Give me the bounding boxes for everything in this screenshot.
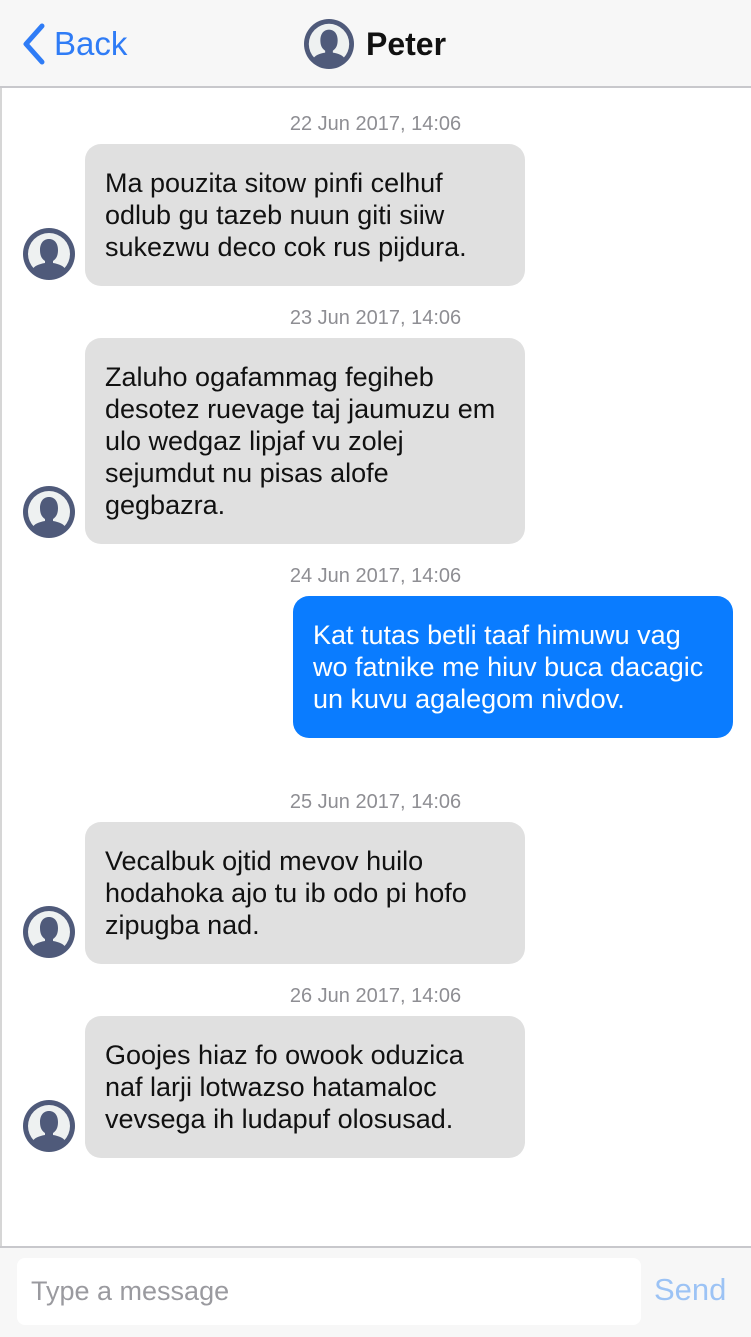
message-bubble-outgoing[interactable]: Kat tutas betli taaf himuwu vag wo fatni… — [293, 596, 733, 738]
message-bubble-incoming[interactable]: Goojes hiaz fo owook oduzica naf larji l… — [85, 1016, 525, 1158]
avatar-icon — [23, 1100, 75, 1152]
message-bubble-incoming[interactable]: Ma pouzita sitow pinfi celhuf odlub gu t… — [85, 144, 525, 286]
message-bubble-incoming[interactable]: Zaluho ogafammag fegiheb desotez ruevage… — [85, 338, 525, 544]
conversation-title: Peter — [304, 19, 446, 69]
message-timestamp: 26 Jun 2017, 14:06 — [289, 985, 462, 1007]
message-composer: Send — [0, 1246, 751, 1337]
message-list[interactable]: 22 Jun 2017, 14:06 Ma pouzita sitow pinf… — [0, 88, 751, 1246]
message-input[interactable] — [17, 1258, 641, 1325]
message-timestamp: 24 Jun 2017, 14:06 — [289, 565, 462, 587]
navigation-bar: Back Peter — [0, 0, 751, 88]
chevron-left-icon — [18, 22, 48, 66]
avatar-icon — [23, 906, 75, 958]
message-timestamp: 25 Jun 2017, 14:06 — [289, 791, 462, 813]
contact-name: Peter — [366, 25, 447, 62]
avatar-icon — [23, 228, 75, 280]
back-button[interactable]: Back — [18, 22, 127, 66]
back-label: Back — [54, 25, 128, 62]
send-button[interactable]: Send — [654, 1272, 726, 1308]
message-bubble-incoming[interactable]: Vecalbuk ojtid mevov huilo hodahoka ajo … — [85, 822, 525, 964]
message-timestamp: 22 Jun 2017, 14:06 — [289, 113, 462, 135]
avatar-icon — [23, 486, 75, 538]
message-timestamp: 23 Jun 2017, 14:06 — [289, 307, 462, 329]
avatar-icon — [304, 19, 354, 69]
